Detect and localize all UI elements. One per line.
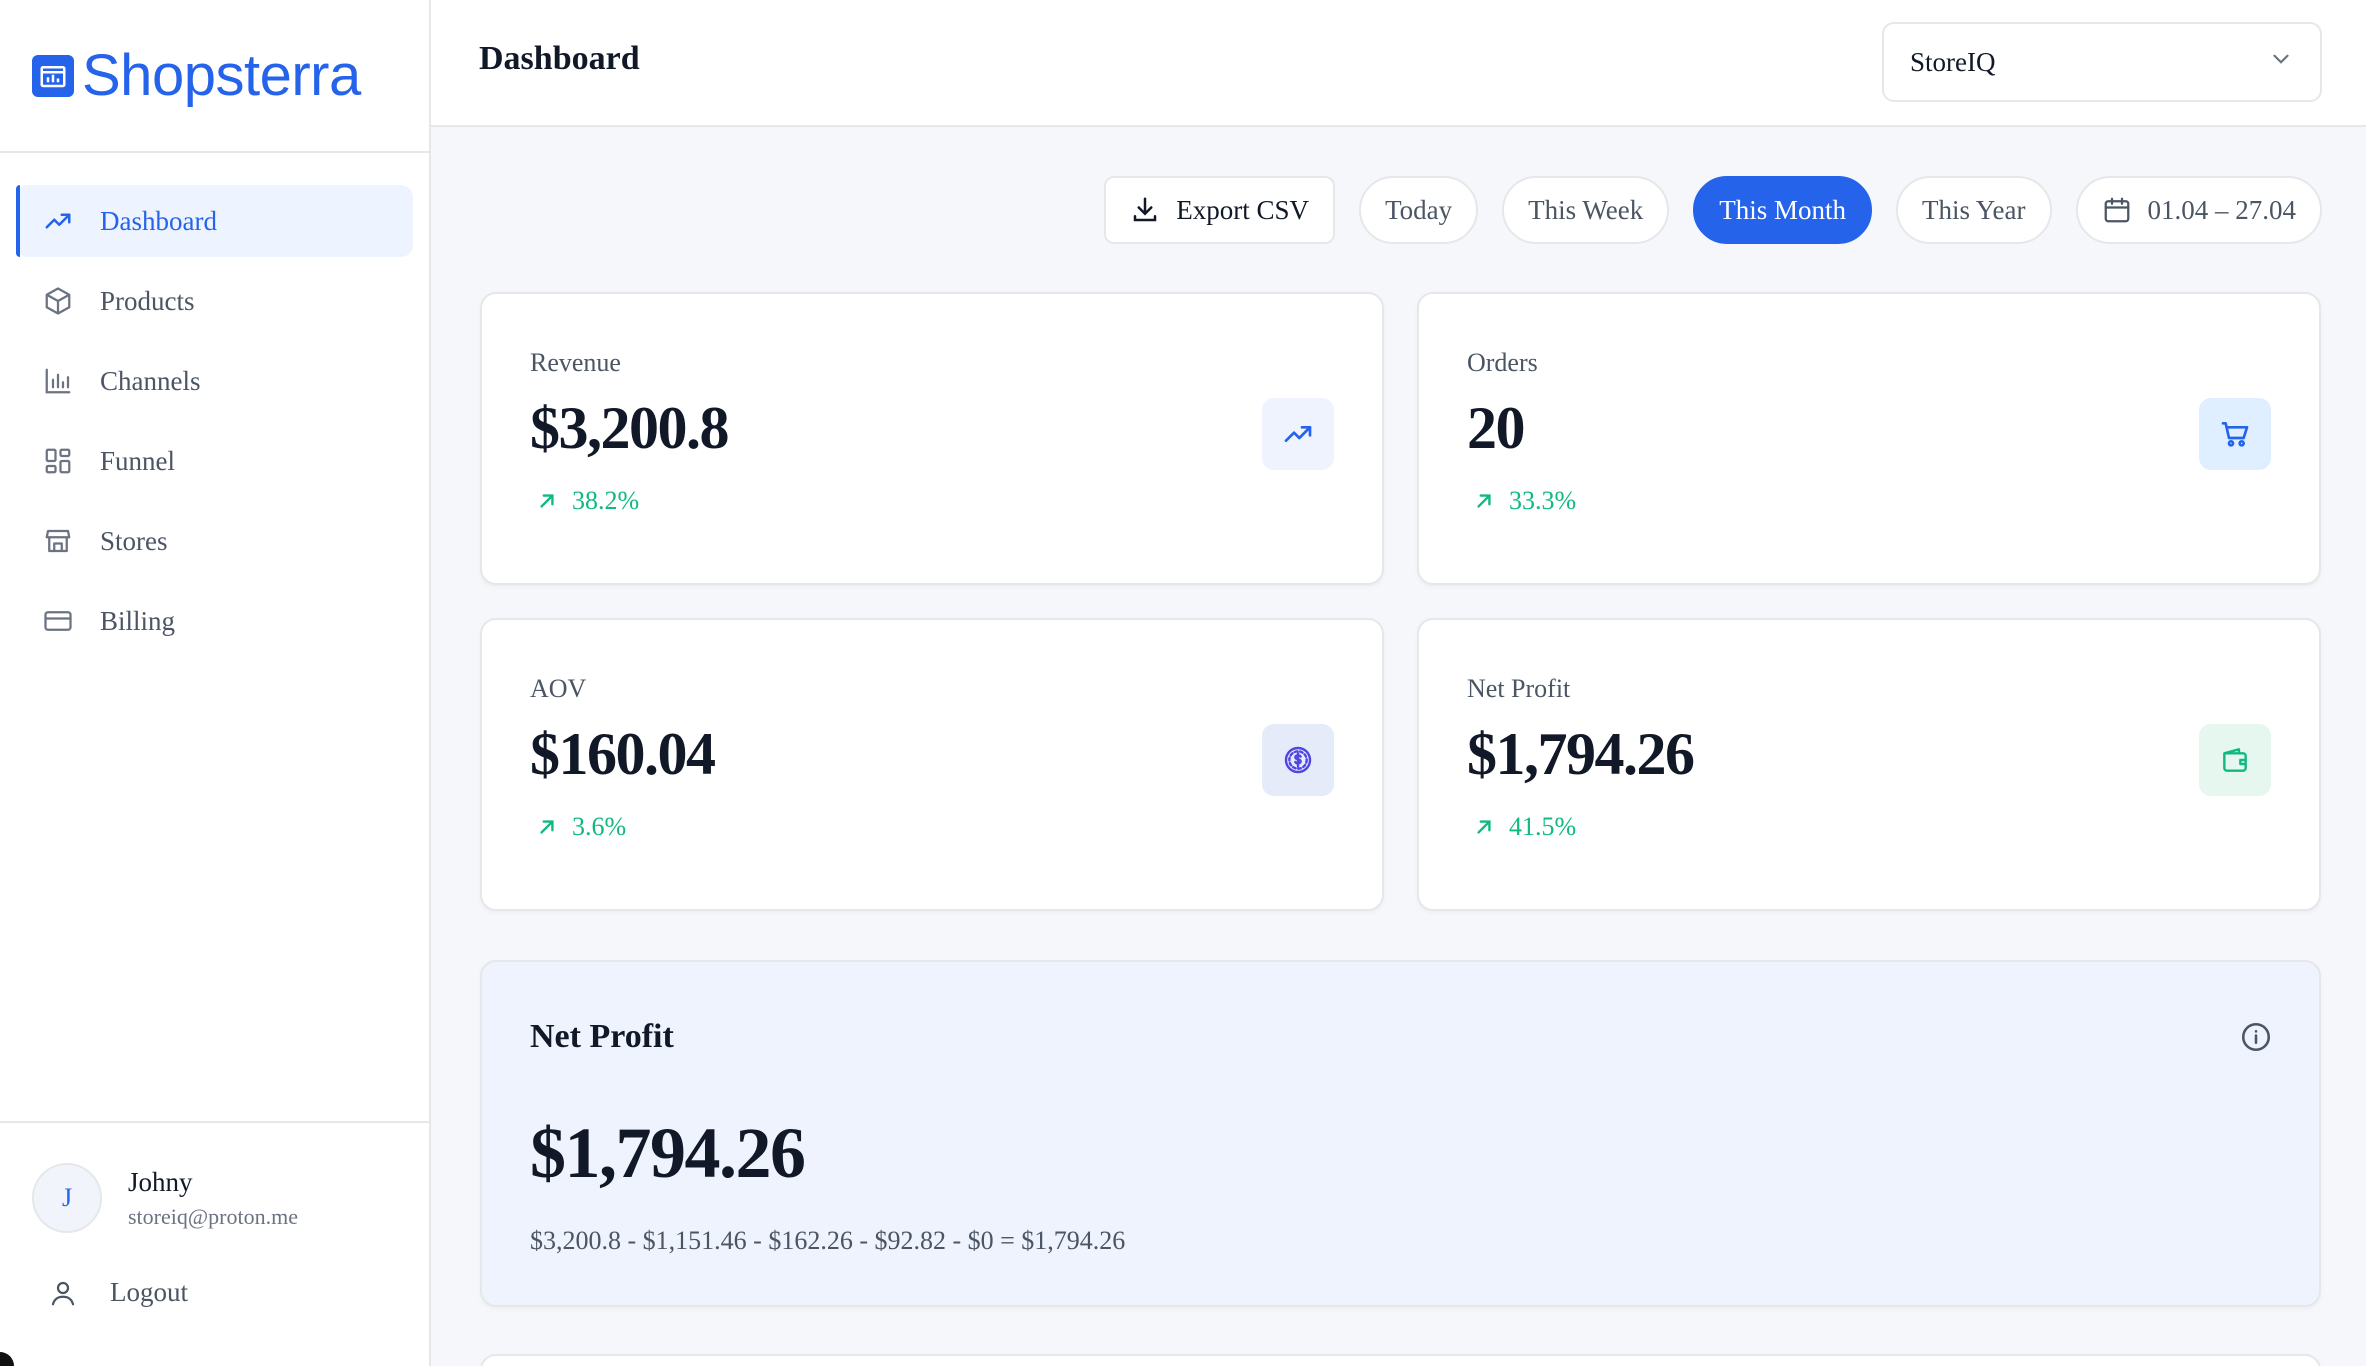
credit-card-icon xyxy=(42,605,74,637)
sidebar-item-funnel[interactable]: Funnel xyxy=(16,425,413,497)
brand[interactable]: Shopsterra xyxy=(0,0,429,153)
kpi-change: 33.3% xyxy=(1471,486,1576,516)
store-icon xyxy=(42,525,74,557)
info-icon[interactable] xyxy=(2239,1020,2273,1054)
date-range-label: 01.04 – 27.04 xyxy=(2147,194,2297,225)
kpi-change-value: 38.2% xyxy=(572,486,640,515)
kpi-change: 41.5% xyxy=(1471,812,1576,842)
sidebar-item-label: Channels xyxy=(100,365,201,396)
cart-icon xyxy=(2199,398,2271,470)
kpi-label: Revenue xyxy=(530,348,621,377)
kpi-card-revenue: Revenue $3,200.8 38.2% xyxy=(480,292,1384,585)
bar-chart-icon xyxy=(42,365,74,397)
filter-this-month[interactable]: This Month xyxy=(1693,176,1872,244)
sidebar-item-stores[interactable]: Stores xyxy=(16,505,413,577)
calendar-icon xyxy=(2102,195,2132,225)
net-profit-value: $1,794.26 xyxy=(530,1113,806,1193)
arrow-up-right-icon xyxy=(1471,488,1497,514)
wallet-icon xyxy=(2199,724,2271,796)
user-name: Johny xyxy=(128,1166,193,1197)
download-icon xyxy=(1130,195,1160,225)
store-select-value: StoreIQ xyxy=(1910,46,1996,77)
kpi-change: 38.2% xyxy=(534,486,639,516)
arrow-up-right-icon xyxy=(534,814,560,840)
kpi-card-aov: AOV $160.04 3.6% xyxy=(480,618,1384,911)
net-profit-panel: Net Profit $1,794.26 $3,200.8 - $1,151.4… xyxy=(480,960,2321,1307)
sidebar-item-label: Billing xyxy=(100,605,176,636)
kpi-label: Orders xyxy=(1467,348,1538,377)
kpi-change: 3.6% xyxy=(534,812,626,842)
sidebar-item-channels[interactable]: Channels xyxy=(16,345,413,417)
user-icon xyxy=(48,1278,78,1308)
user-profile[interactable]: J Johny storeiq@proton.me xyxy=(0,1123,429,1233)
kpi-label: Net Profit xyxy=(1467,674,1571,703)
logout-button[interactable]: Logout xyxy=(0,1233,429,1308)
kpi-value: $1,794.26 xyxy=(1467,721,1695,787)
net-profit-formula: $3,200.8 - $1,151.46 - $162.26 - $92.82 … xyxy=(530,1226,1126,1255)
export-csv-button[interactable]: Export CSV xyxy=(1104,176,1336,244)
store-select[interactable]: StoreIQ xyxy=(1882,22,2322,102)
logout-label: Logout xyxy=(110,1277,188,1307)
kpi-value: $160.04 xyxy=(530,721,716,787)
sidebar-item-label: Stores xyxy=(100,525,168,556)
sidebar-item-dashboard[interactable]: Dashboard xyxy=(16,185,413,257)
trending-up-icon xyxy=(1262,398,1334,470)
kpi-card-orders: Orders 20 33.3% xyxy=(1417,292,2321,585)
user-email: storeiq@proton.me xyxy=(128,1203,298,1229)
kpi-value: $3,200.8 xyxy=(530,395,730,461)
grid-icon xyxy=(42,445,74,477)
next-section-card xyxy=(480,1354,2321,1366)
shop-logo-icon xyxy=(32,54,74,97)
sidebar-item-label: Funnel xyxy=(100,445,176,476)
kpi-label: AOV xyxy=(530,674,587,703)
sidebar: Shopsterra Dashboard Products Channels F… xyxy=(0,0,431,1366)
avatar: J xyxy=(32,1163,102,1233)
sidebar-item-billing[interactable]: Billing xyxy=(16,585,413,657)
sidebar-item-label: Products xyxy=(100,285,195,316)
export-csv-label: Export CSV xyxy=(1176,194,1310,225)
filter-this-week[interactable]: This Week xyxy=(1502,176,1670,244)
filter-this-year[interactable]: This Year xyxy=(1895,176,2052,244)
kpi-change-value: 33.3% xyxy=(1509,486,1577,515)
app: Shopsterra Dashboard Products Channels F… xyxy=(0,0,2366,1366)
sidebar-nav: Dashboard Products Channels Funnel Store… xyxy=(0,153,429,657)
user-area: J Johny storeiq@proton.me Logout xyxy=(0,1121,429,1366)
page-title: Dashboard xyxy=(479,40,640,77)
kpi-change-value: 3.6% xyxy=(572,812,627,841)
kpi-change-value: 41.5% xyxy=(1509,812,1577,841)
trending-up-icon xyxy=(42,205,74,237)
sidebar-item-label: Dashboard xyxy=(100,205,217,236)
dollar-circle-icon xyxy=(1262,724,1334,796)
topbar: Dashboard StoreIQ xyxy=(431,0,2366,127)
arrow-up-right-icon xyxy=(1471,814,1497,840)
date-range-picker[interactable]: 01.04 – 27.04 xyxy=(2075,176,2322,244)
date-filters: Export CSV Today This Week This Month Th… xyxy=(1104,176,2322,244)
arrow-up-right-icon xyxy=(534,488,560,514)
chevron-down-icon xyxy=(2268,46,2294,79)
box-icon xyxy=(42,285,74,317)
filter-today[interactable]: Today xyxy=(1359,176,1479,244)
brand-name: Shopsterra xyxy=(82,43,361,108)
kpi-value: 20 xyxy=(1467,395,1526,461)
sidebar-item-products[interactable]: Products xyxy=(16,265,413,337)
kpi-card-net-profit: Net Profit $1,794.26 41.5% xyxy=(1417,618,2321,911)
net-profit-title: Net Profit xyxy=(530,1018,674,1055)
